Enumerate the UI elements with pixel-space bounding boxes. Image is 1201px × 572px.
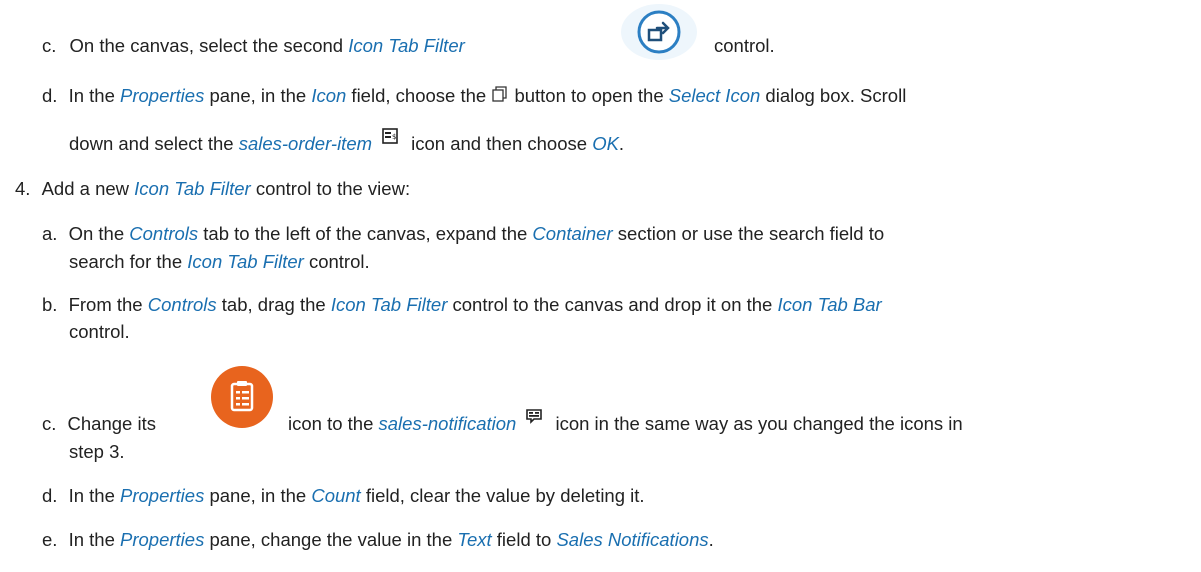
text: dialog box. Scroll [760, 85, 907, 106]
text: pane, in the [204, 85, 312, 106]
em-text: Properties [120, 529, 205, 550]
text: tab to the left of the canvas, expand th… [198, 223, 533, 244]
step-a-line2: search for the Icon Tab Filter control. [69, 250, 370, 274]
text: control to the canvas and drop it on the [447, 294, 778, 315]
list-marker: c. [42, 413, 57, 434]
step-b: b. From the Controls tab, drag the Icon … [42, 293, 882, 317]
em-text: Sales Notifications [556, 529, 709, 550]
text: field, clear the value by deleting it. [360, 485, 645, 506]
em-text: Icon Tab Filter [348, 35, 465, 56]
em-text: Count [311, 485, 361, 506]
step-d2: d. In the Properties pane, in the Count … [42, 484, 645, 508]
text: control. [303, 251, 370, 272]
value-help-icon [491, 85, 509, 109]
em-text: Icon Tab Filter [187, 251, 304, 272]
em-text: Container [532, 223, 613, 244]
text: icon and then choose [411, 133, 593, 154]
text: icon to the [288, 413, 379, 434]
em-text: Controls [147, 294, 217, 315]
step-b-line2: control. [69, 320, 130, 344]
em-text: Icon Tab Filter [330, 294, 448, 315]
em-text: Properties [120, 85, 205, 106]
em-text: Text [457, 529, 492, 550]
step-c2-line2: step 3. [69, 440, 125, 464]
text: icon in the same way as you changed the … [555, 413, 963, 434]
text: control. [69, 321, 130, 342]
text: control. [714, 35, 775, 56]
text: pane, in the [204, 485, 312, 506]
list-marker: d. [42, 85, 58, 106]
step-d1-line2: down and select the sales-order-item $ ic… [69, 128, 625, 157]
step-c2: c. Change its [42, 412, 156, 436]
list-marker: d. [42, 485, 58, 506]
text: tab, drag the [216, 294, 331, 315]
list-marker: a. [42, 223, 58, 244]
text: down and select the [69, 133, 239, 154]
text: section or use the search field to [612, 223, 885, 244]
text: Change its [67, 413, 156, 434]
text: . [708, 529, 714, 550]
em-text: Icon Tab Filter [134, 178, 251, 199]
text: field, choose the [346, 85, 492, 106]
text: control to the view: [250, 178, 411, 199]
export-arrow-icon [619, 2, 699, 62]
step-c1-tail: control. [714, 34, 775, 58]
svg-text:$: $ [392, 133, 396, 141]
em-text: Select Icon [668, 85, 761, 106]
text: Add a new [41, 178, 135, 199]
text: On the canvas, select the second [69, 35, 349, 56]
text: In the [68, 485, 121, 506]
list-marker: c. [42, 35, 57, 56]
em-text: OK [592, 133, 619, 154]
text: On the [68, 223, 130, 244]
text: search for the [69, 251, 188, 272]
step-d1: d. In the Properties pane, in the Icon f… [42, 84, 906, 109]
step-e: e. In the Properties pane, change the va… [42, 528, 714, 552]
text: field to [491, 529, 557, 550]
text: button to open the [509, 85, 669, 106]
em-text: Controls [129, 223, 199, 244]
step-c2-tail: icon to the sales-notification icon in t… [288, 409, 963, 437]
em-text: sales-notification [378, 413, 517, 434]
text: In the [68, 85, 121, 106]
em-text: Icon [311, 85, 347, 106]
em-text: sales-order-item [238, 133, 373, 154]
step-4: 4. Add a new Icon Tab Filter control to … [15, 177, 410, 201]
step-c1: c. On the canvas, select the second Icon… [42, 34, 465, 58]
em-text: Properties [120, 485, 205, 506]
list-marker: e. [42, 529, 58, 550]
text: step 3. [69, 441, 125, 462]
list-marker: 4. [15, 178, 31, 199]
text: . [618, 133, 625, 154]
text: In the [68, 529, 121, 550]
sales-order-item-icon: $ [381, 127, 399, 151]
clipboard-task-icon [204, 364, 284, 434]
sales-notification-icon [525, 407, 543, 431]
text: pane, change the value in the [204, 529, 458, 550]
text: From the [68, 294, 148, 315]
step-a: a. On the Controls tab to the left of th… [42, 222, 884, 246]
em-text: Icon Tab Bar [777, 294, 882, 315]
list-marker: b. [42, 294, 58, 315]
